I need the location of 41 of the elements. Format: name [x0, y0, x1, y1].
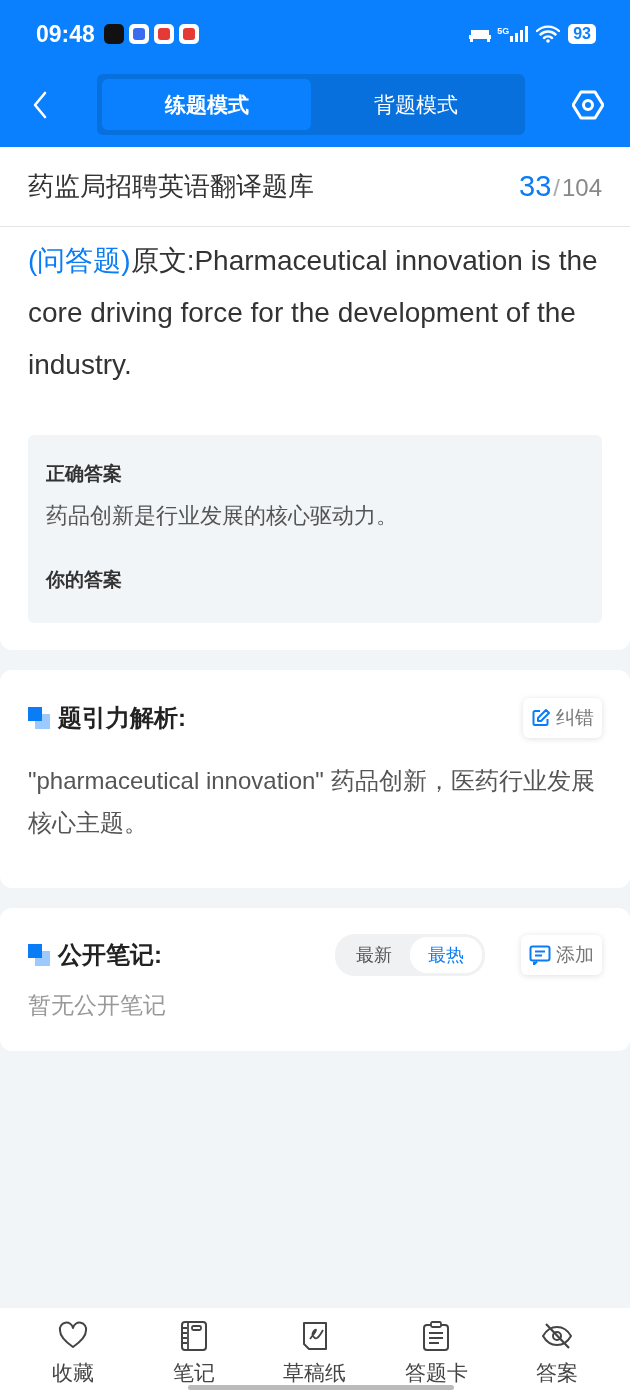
nav-item[interactable]: 收藏: [17, 1320, 128, 1388]
app-notification-icon: [153, 24, 174, 44]
section-title: 题引力解析:: [58, 703, 187, 733]
nav-item[interactable]: 答题卡: [381, 1320, 492, 1388]
section-icon: [28, 944, 50, 966]
answer-label: 你的答案: [46, 568, 123, 592]
bank-title: 药监局招聘英语翻译题库: [28, 170, 314, 203]
wifi-icon: [536, 25, 561, 43]
correct-answer: 药品创新是行业发展的核心驱动力。: [46, 502, 399, 530]
eye-slash-icon: [542, 1321, 573, 1351]
total-count: 104: [561, 174, 602, 202]
add-note-button[interactable]: 添加: [521, 935, 602, 975]
edit-icon: [531, 708, 551, 728]
mode-tab[interactable]: 练题模式: [102, 79, 311, 130]
analysis-text: "pharmaceutical innovation" 药品创新，医药行业发展核心主题。: [28, 766, 596, 838]
clock-time: 09:48: [36, 20, 95, 48]
question-text: (问答题)原文:Pharmaceutical innovation is the core driving force for the development of the industry.: [28, 244, 599, 382]
battery-level: 93: [573, 25, 591, 42]
app-notification-icon: [178, 24, 199, 44]
current-number: 33: [519, 170, 552, 203]
section-title: 公开笔记:: [58, 940, 163, 970]
clipboard-icon: [421, 1321, 452, 1351]
sort-tab[interactable]: 最新: [338, 937, 410, 973]
network-label: 5G: [497, 26, 510, 36]
empty-notes-text: 暂无公开笔记: [28, 991, 167, 1020]
section-icon: [28, 707, 50, 729]
sort-tab[interactable]: 最热: [410, 937, 482, 973]
separator: /: [553, 174, 560, 202]
mode-tab[interactable]: 背题模式: [311, 79, 520, 130]
nav-item[interactable]: 草稿纸: [259, 1320, 370, 1388]
app-notification-icon: [103, 24, 124, 44]
settings-icon[interactable]: [572, 88, 604, 121]
app-notification-icon: [128, 24, 149, 44]
nav-item[interactable]: 笔记: [138, 1320, 249, 1388]
answer-label: 正确答案: [46, 462, 123, 486]
comment-icon: [529, 945, 551, 965]
signal-icon: [510, 26, 531, 42]
notebook-icon: [178, 1321, 209, 1351]
heart-icon: [57, 1321, 88, 1351]
nav-item[interactable]: 答案: [502, 1320, 613, 1388]
report-error-button[interactable]: 纠错: [523, 698, 602, 738]
